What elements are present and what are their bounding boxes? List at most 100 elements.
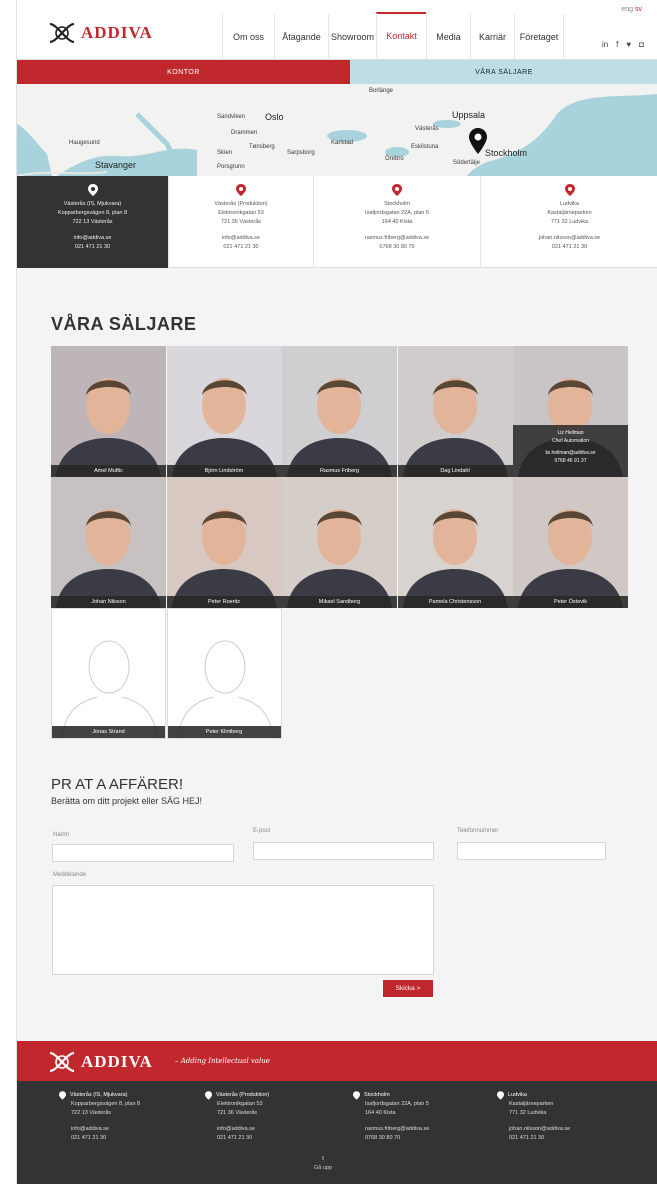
map-label: Skien: [217, 150, 233, 156]
map-label: Södertälje: [453, 160, 481, 166]
footer-office-email[interactable]: info@addiva.se: [217, 1125, 269, 1134]
seller-card[interactable]: Liz Hellman Chef Automation liz.hellman@ad…: [513, 346, 628, 477]
phone-label: Telefonnummer: [457, 828, 499, 834]
seller-card[interactable]: Mikael Sandberg: [282, 477, 397, 608]
nav-foretaget[interactable]: Företaget: [514, 14, 564, 60]
social-links: in f ♥ ◘: [602, 40, 644, 49]
footer-office-city: Stockholm: [364, 1092, 390, 1098]
seller-photo: [513, 477, 628, 608]
seller-card[interactable]: Jonas Strand: [51, 608, 166, 739]
instagram-icon[interactable]: ◘: [639, 40, 644, 49]
location-pin-icon: [87, 184, 98, 196]
office-city: Västerås (IS, Mjukvara): [63, 201, 122, 207]
seller-card[interactable]: Johan Nilsson: [51, 477, 166, 608]
site-header: ADDIVA Om oss Åtagande Showroom Kontakt …: [17, 0, 657, 60]
lang-alt[interactable]: sv: [635, 6, 642, 13]
seller-photo: [397, 477, 513, 608]
office-phone[interactable]: 0768 30 80 70: [379, 243, 414, 252]
nav-om-oss[interactable]: Om oss: [222, 14, 274, 60]
language-switch[interactable]: eng sv: [621, 6, 642, 13]
seller-phone[interactable]: 0768 46 91 37: [513, 457, 628, 465]
seller-card[interactable]: Peter Östevik: [513, 477, 628, 608]
twitter-icon[interactable]: ♥: [626, 40, 631, 49]
office-street: Kastaljärneparken: [547, 210, 592, 216]
footer-office-email[interactable]: johan.nilsson@addiva.se: [509, 1125, 570, 1134]
office-map[interactable]: Borlänge Sandviken Oslo Uppsala Drammen …: [17, 84, 657, 176]
seller-card[interactable]: Peter Roeritz: [166, 477, 282, 608]
nav-atagande[interactable]: Åtagande: [274, 14, 328, 60]
footer-office-street: Kastaljärneparken: [509, 1101, 554, 1107]
office-email[interactable]: rasmus.friberg@addiva.se: [365, 234, 429, 243]
footer-logo[interactable]: ADDIVA: [47, 1049, 153, 1075]
seller-email[interactable]: liz.hellman@addiva.se: [513, 449, 628, 457]
map-label: Västerås: [415, 126, 439, 132]
email-input[interactable]: [253, 842, 434, 860]
seller-name: Peter Östevik: [513, 596, 628, 608]
map-pin-icon[interactable]: [469, 128, 487, 154]
nav-karriar[interactable]: Karriär: [470, 14, 514, 60]
office-card[interactable]: Västerås (Produktion) Elektronikgatan 53…: [169, 176, 314, 268]
office-street: Isafjordsgatan 22A, plan 5: [365, 210, 429, 216]
tab-vara-saljare[interactable]: VÅRA SÄLJARE: [350, 60, 657, 84]
seller-name: Amel Muftic: [51, 465, 166, 477]
office-phone[interactable]: 021 471 21 30: [552, 243, 587, 252]
linkedin-icon[interactable]: in: [602, 40, 608, 49]
footer-band: ADDIVA – Adding Intellectual value: [17, 1041, 657, 1081]
office-zip: 721 36 Västerås: [220, 219, 262, 225]
nav-kontakt[interactable]: Kontakt: [376, 12, 426, 58]
seller-photo: [282, 477, 397, 608]
logo-text: ADDIVA: [81, 23, 153, 42]
office-card[interactable]: Stockholm Isafjordsgatan 22A, plan 5 164…: [314, 176, 481, 268]
nav-showroom[interactable]: Showroom: [328, 14, 376, 60]
seller-card[interactable]: Björn Lindström: [166, 346, 282, 477]
seller-photo: [51, 346, 166, 477]
seller-card[interactable]: Amel Muftic: [51, 346, 166, 477]
message-label: Meddelande: [53, 872, 87, 878]
seller-name: Peter Roeritz: [166, 596, 282, 608]
seller-card[interactable]: Dag Lindahl: [397, 346, 513, 477]
name-input[interactable]: [52, 844, 234, 862]
office-email[interactable]: johan.nilsson@addiva.se: [539, 234, 600, 243]
footer-office-email[interactable]: rasmus.friberg@addiva.se: [365, 1125, 429, 1134]
facebook-icon[interactable]: f: [616, 40, 618, 49]
seller-photo: [282, 346, 397, 477]
seller-card[interactable]: Rasmus Friberg: [282, 346, 397, 477]
back-to-top[interactable]: ⇧ Gå upp: [303, 1155, 343, 1173]
phone-input[interactable]: [457, 842, 606, 860]
footer-office-phone[interactable]: 021 471 21 30: [71, 1134, 140, 1143]
office-phone[interactable]: 021 471 21 30: [75, 243, 110, 252]
office-city: Stockholm: [384, 201, 410, 207]
footer-office-phone[interactable]: 0768 30 80 70: [365, 1134, 429, 1143]
footer-office-phone[interactable]: 021 471 21 30: [509, 1134, 570, 1143]
office-email[interactable]: info@addiva.se: [222, 234, 260, 243]
footer-office-street: Elektronikgatan 53: [217, 1101, 263, 1107]
seller-name: Liz Hellman: [557, 430, 584, 436]
footer-office-email[interactable]: info@addiva.se: [71, 1125, 140, 1134]
office-phone[interactable]: 021 471 21 30: [223, 243, 258, 252]
office-street: Kopparbergsvägen 8, plan 8: [57, 210, 128, 216]
footer-office: Västerås (Produktion) Elektronikgatan 53…: [205, 1091, 269, 1143]
footer-office-phone[interactable]: 021 471 21 30: [217, 1134, 269, 1143]
footer-office-city: Ludvika: [508, 1092, 527, 1098]
message-textarea[interactable]: [52, 885, 434, 975]
nav-media[interactable]: Media: [426, 14, 470, 60]
footer-office-street: Isafjordsgatan 22A, plan 5: [365, 1101, 429, 1107]
office-card[interactable]: Ludvika Kastaljärneparken 771 32 Ludvika…: [481, 176, 657, 268]
office-card[interactable]: Västerås (IS, Mjukvara) Kopparbergsvägen…: [17, 176, 169, 268]
footer-office-zip: 164 40 Kista: [365, 1110, 396, 1116]
office-email[interactable]: info@addiva.se: [74, 234, 112, 243]
lang-current[interactable]: eng: [621, 6, 633, 13]
footer-office: Stockholm Isafjordsgatan 22A, plan 5 164…: [353, 1091, 429, 1143]
footer-office-city: Västerås (Produktion): [216, 1092, 270, 1098]
name-label: Namn: [53, 832, 70, 838]
location-pin-icon: [392, 184, 402, 196]
office-street: Elektronikgatan 53: [218, 210, 264, 216]
send-button[interactable]: Skicka >: [383, 980, 433, 997]
tab-kontor[interactable]: KONTOR: [17, 60, 350, 84]
form-subtitle: Berätta om ditt projekt eller SÄG HEJ!: [51, 796, 203, 806]
seller-photo: [397, 346, 513, 477]
location-pin-icon: [497, 1091, 504, 1100]
seller-card[interactable]: Pamela Christensson: [397, 477, 513, 608]
seller-card[interactable]: Peter Klintberg: [166, 608, 282, 739]
logo[interactable]: ADDIVA: [47, 20, 153, 46]
